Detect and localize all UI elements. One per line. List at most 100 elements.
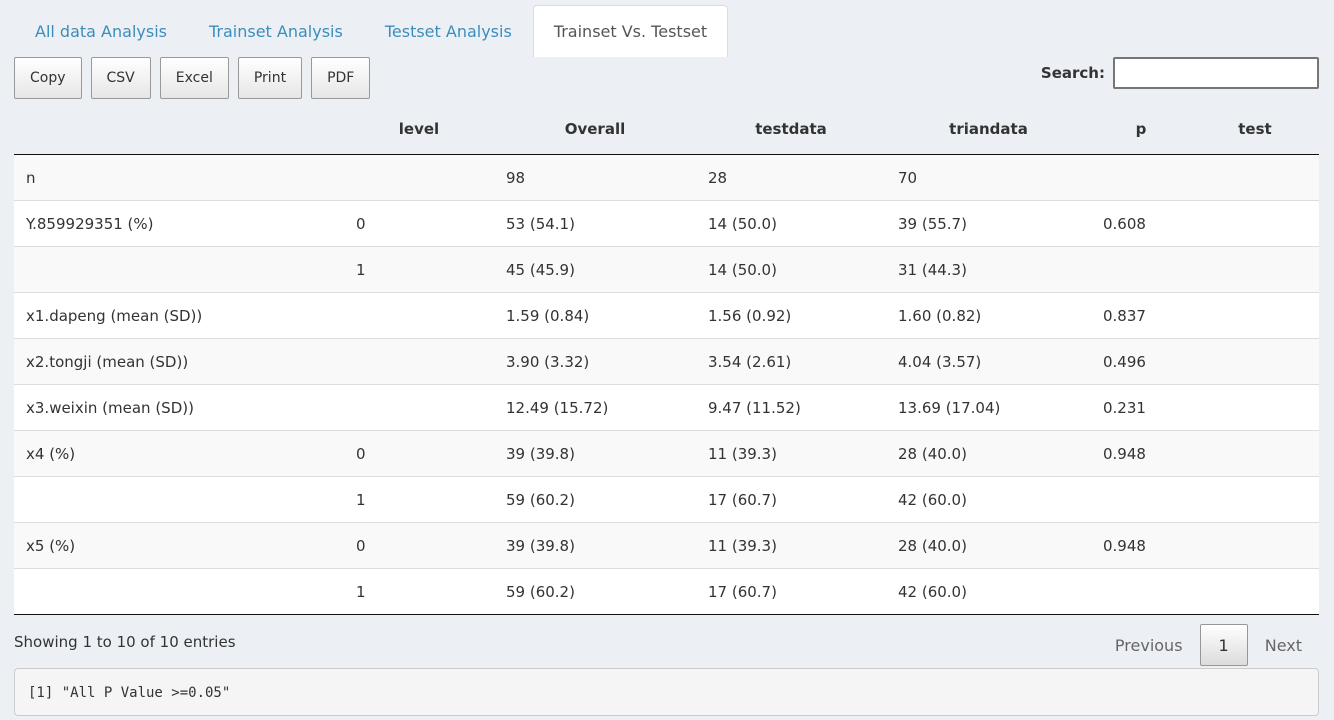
cell-triandata: 39 (55.7) [886, 200, 1091, 247]
cell-overall: 39 (39.8) [494, 522, 696, 569]
cell-testdata: 1.56 (0.92) [696, 292, 886, 339]
tab-bar: All data Analysis Trainset Analysis Test… [14, 4, 1320, 57]
table-row: 1 59 (60.2) 17 (60.7) 42 (60.0) [14, 476, 1319, 523]
pagination: Previous 1 Next [1098, 624, 1319, 666]
cell-triandata: 28 (40.0) [886, 430, 1091, 477]
cell-overall: 1.59 (0.84) [494, 292, 696, 339]
cell-testdata: 9.47 (11.52) [696, 384, 886, 431]
cell-level [344, 292, 494, 339]
table-row: x2.tongji (mean (SD)) 3.90 (3.32) 3.54 (… [14, 338, 1319, 385]
cell-triandata: 1.60 (0.82) [886, 292, 1091, 339]
cell-variable [14, 476, 344, 523]
console-output: [1] "All P Value >=0.05" [14, 668, 1319, 716]
cell-test [1191, 522, 1319, 569]
search-input[interactable] [1113, 57, 1319, 89]
cell-overall: 59 (60.2) [494, 568, 696, 615]
cell-overall: 3.90 (3.32) [494, 338, 696, 385]
cell-triandata: 13.69 (17.04) [886, 384, 1091, 431]
cell-p: 0.496 [1091, 338, 1191, 385]
column-header-level[interactable]: level [344, 104, 494, 155]
tab-testset-analysis[interactable]: Testset Analysis [364, 5, 533, 57]
cell-test [1191, 246, 1319, 293]
cell-p [1091, 568, 1191, 615]
cell-triandata: 42 (60.0) [886, 568, 1091, 615]
column-header-testdata[interactable]: testdata [696, 104, 886, 155]
cell-variable: x1.dapeng (mean (SD)) [14, 292, 344, 339]
tab-all-data-analysis[interactable]: All data Analysis [14, 5, 188, 57]
cell-testdata: 11 (39.3) [696, 430, 886, 477]
cell-p [1091, 246, 1191, 293]
cell-overall: 39 (39.8) [494, 430, 696, 477]
cell-test [1191, 200, 1319, 247]
cell-test [1191, 476, 1319, 523]
search-label: Search: [1040, 64, 1105, 82]
cell-overall: 53 (54.1) [494, 200, 696, 247]
cell-triandata: 31 (44.3) [886, 246, 1091, 293]
tab-trainset-analysis[interactable]: Trainset Analysis [188, 5, 364, 57]
column-header-test[interactable]: test [1191, 104, 1319, 155]
cell-variable: x2.tongji (mean (SD)) [14, 338, 344, 385]
cell-level [344, 338, 494, 385]
cell-test [1191, 292, 1319, 339]
cell-variable: x3.weixin (mean (SD)) [14, 384, 344, 431]
column-header-overall[interactable]: Overall [494, 104, 696, 155]
search-box: Search: [1041, 57, 1319, 89]
cell-variable [14, 568, 344, 615]
cell-testdata: 28 [708, 168, 728, 187]
cell-level [344, 155, 494, 201]
cell-overall: 98 [506, 168, 526, 187]
cell-variable: x4 (%) [14, 430, 344, 477]
table-row: x4 (%) 0 39 (39.8) 11 (39.3) 28 (40.0) 0… [14, 430, 1319, 477]
cell-test [1191, 155, 1319, 201]
pdf-button[interactable]: PDF [311, 57, 371, 99]
cell-p: 0.948 [1091, 430, 1191, 477]
table-row: x3.weixin (mean (SD)) 12.49 (15.72) 9.47… [14, 384, 1319, 431]
cell-variable: x5 (%) [14, 522, 344, 569]
table-header-row: level Overall testdata triandata p test [14, 104, 1319, 155]
cell-test [1191, 568, 1319, 615]
table-row: 1 59 (60.2) 17 (60.7) 42 (60.0) [14, 568, 1319, 615]
cell-variable [14, 246, 344, 293]
tab-trainset-vs-testset[interactable]: Trainset Vs. Testset [532, 5, 729, 57]
export-buttons: Copy CSV Excel Print PDF [14, 57, 379, 99]
cell-overall: 59 (60.2) [494, 476, 696, 523]
cell-p [1091, 476, 1191, 523]
cell-level: 0 [344, 200, 494, 247]
page-1-button[interactable]: 1 [1199, 624, 1248, 666]
cell-testdata: 14 (50.0) [696, 246, 886, 293]
cell-testdata: 17 (60.7) [696, 568, 886, 615]
column-header-triandata[interactable]: triandata [886, 104, 1091, 155]
cell-p: 0.837 [1091, 292, 1191, 339]
cell-testdata: 17 (60.7) [696, 476, 886, 523]
table-row: Y.859929351 (%) 0 53 (54.1) 14 (50.0) 39… [14, 200, 1319, 247]
cell-overall: 45 (45.9) [494, 246, 696, 293]
column-header-p[interactable]: p [1091, 104, 1191, 155]
cell-testdata: 11 (39.3) [696, 522, 886, 569]
cell-level: 0 [344, 430, 494, 477]
cell-variable: Y.859929351 (%) [14, 200, 344, 247]
cell-level: 1 [344, 568, 494, 615]
previous-page-button[interactable]: Previous [1098, 624, 1200, 666]
table-row: 1 45 (45.9) 14 (50.0) 31 (44.3) [14, 246, 1319, 293]
cell-level: 1 [344, 476, 494, 523]
cell-level: 0 [344, 522, 494, 569]
copy-button[interactable]: Copy [14, 57, 82, 99]
next-page-button[interactable]: Next [1248, 624, 1319, 666]
csv-button[interactable]: CSV [90, 57, 151, 99]
excel-button[interactable]: Excel [159, 57, 229, 99]
cell-level [344, 384, 494, 431]
table-info: Showing 1 to 10 of 10 entries [14, 633, 236, 651]
cell-p: 0.608 [1091, 200, 1191, 247]
cell-triandata: 70 [898, 168, 918, 187]
column-header-variable[interactable] [14, 104, 344, 155]
table-row: x5 (%) 0 39 (39.8) 11 (39.3) 28 (40.0) 0… [14, 522, 1319, 569]
cell-triandata: 4.04 (3.57) [886, 338, 1091, 385]
cell-overall: 12.49 (15.72) [494, 384, 696, 431]
cell-p: 0.231 [1091, 384, 1191, 431]
cell-test [1191, 384, 1319, 431]
cell-variable: n [26, 168, 36, 187]
print-button[interactable]: Print [237, 57, 303, 99]
cell-p: 0.948 [1091, 522, 1191, 569]
cell-testdata: 14 (50.0) [696, 200, 886, 247]
cell-triandata: 42 (60.0) [886, 476, 1091, 523]
